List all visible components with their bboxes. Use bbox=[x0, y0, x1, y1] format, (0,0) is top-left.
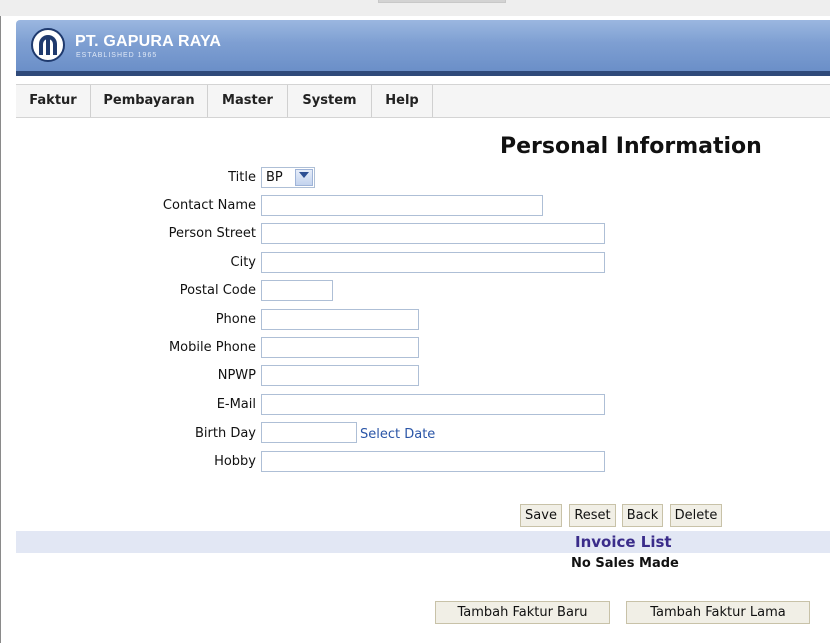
email-field[interactable] bbox=[261, 394, 605, 415]
title-label: Title bbox=[228, 170, 256, 185]
select-date-link[interactable]: Select Date bbox=[360, 427, 435, 442]
reset-button[interactable]: Reset bbox=[569, 504, 616, 527]
birth-day-label: Birth Day bbox=[194, 426, 256, 441]
city-label: City bbox=[230, 255, 256, 270]
company-name: PT. GAPURA RAYA bbox=[75, 33, 222, 50]
back-button[interactable]: Back bbox=[622, 504, 663, 527]
window-tab-indicator bbox=[378, 0, 506, 3]
mobile-phone-field[interactable] bbox=[261, 337, 419, 358]
invoice-list-title: Invoice List bbox=[575, 533, 672, 551]
postal-code-label: Postal Code bbox=[179, 283, 256, 298]
phone-label: Phone bbox=[215, 312, 256, 327]
contact-name-field[interactable] bbox=[261, 195, 543, 216]
npwp-label: NPWP bbox=[217, 368, 256, 383]
birth-day-field[interactable] bbox=[261, 422, 357, 443]
menu-item-pembayaran[interactable]: Pembayaran bbox=[91, 85, 208, 117]
person-street-field[interactable] bbox=[261, 223, 605, 244]
company-logo-icon bbox=[31, 28, 65, 62]
menu-item-master[interactable]: Master bbox=[208, 85, 288, 117]
city-field[interactable] bbox=[261, 252, 605, 273]
menu-item-faktur[interactable]: Faktur bbox=[16, 85, 91, 117]
save-button[interactable]: Save bbox=[520, 504, 562, 527]
add-new-invoice-button[interactable]: Tambah Faktur Baru bbox=[435, 601, 610, 624]
invoice-list-header-band bbox=[16, 531, 830, 553]
menu-item-system[interactable]: System bbox=[288, 85, 372, 117]
window-left-edge bbox=[0, 16, 1, 643]
title-select[interactable]: BP bbox=[261, 167, 315, 188]
page-title: Personal Information bbox=[500, 134, 762, 159]
email-label: E-Mail bbox=[216, 397, 256, 412]
person-street-label: Person Street bbox=[168, 226, 256, 241]
npwp-field[interactable] bbox=[261, 365, 419, 386]
menu-item-help[interactable]: Help bbox=[372, 85, 433, 117]
main-menu-bar: Faktur Pembayaran Master System Help bbox=[16, 84, 830, 118]
header-divider bbox=[16, 71, 830, 76]
chevron-down-icon[interactable] bbox=[295, 169, 313, 186]
title-select-value: BP bbox=[266, 170, 283, 185]
company-tagline: ESTABLISHED 1965 bbox=[76, 52, 158, 59]
phone-field[interactable] bbox=[261, 309, 419, 330]
hobby-label: Hobby bbox=[214, 454, 256, 469]
mobile-phone-label: Mobile Phone bbox=[168, 340, 256, 355]
invoice-empty-message: No Sales Made bbox=[571, 556, 679, 571]
contact-name-label: Contact Name bbox=[162, 198, 256, 213]
postal-code-field[interactable] bbox=[261, 280, 333, 301]
add-old-invoice-button[interactable]: Tambah Faktur Lama bbox=[626, 601, 810, 624]
delete-button[interactable]: Delete bbox=[670, 504, 722, 527]
hobby-field[interactable] bbox=[261, 451, 605, 472]
